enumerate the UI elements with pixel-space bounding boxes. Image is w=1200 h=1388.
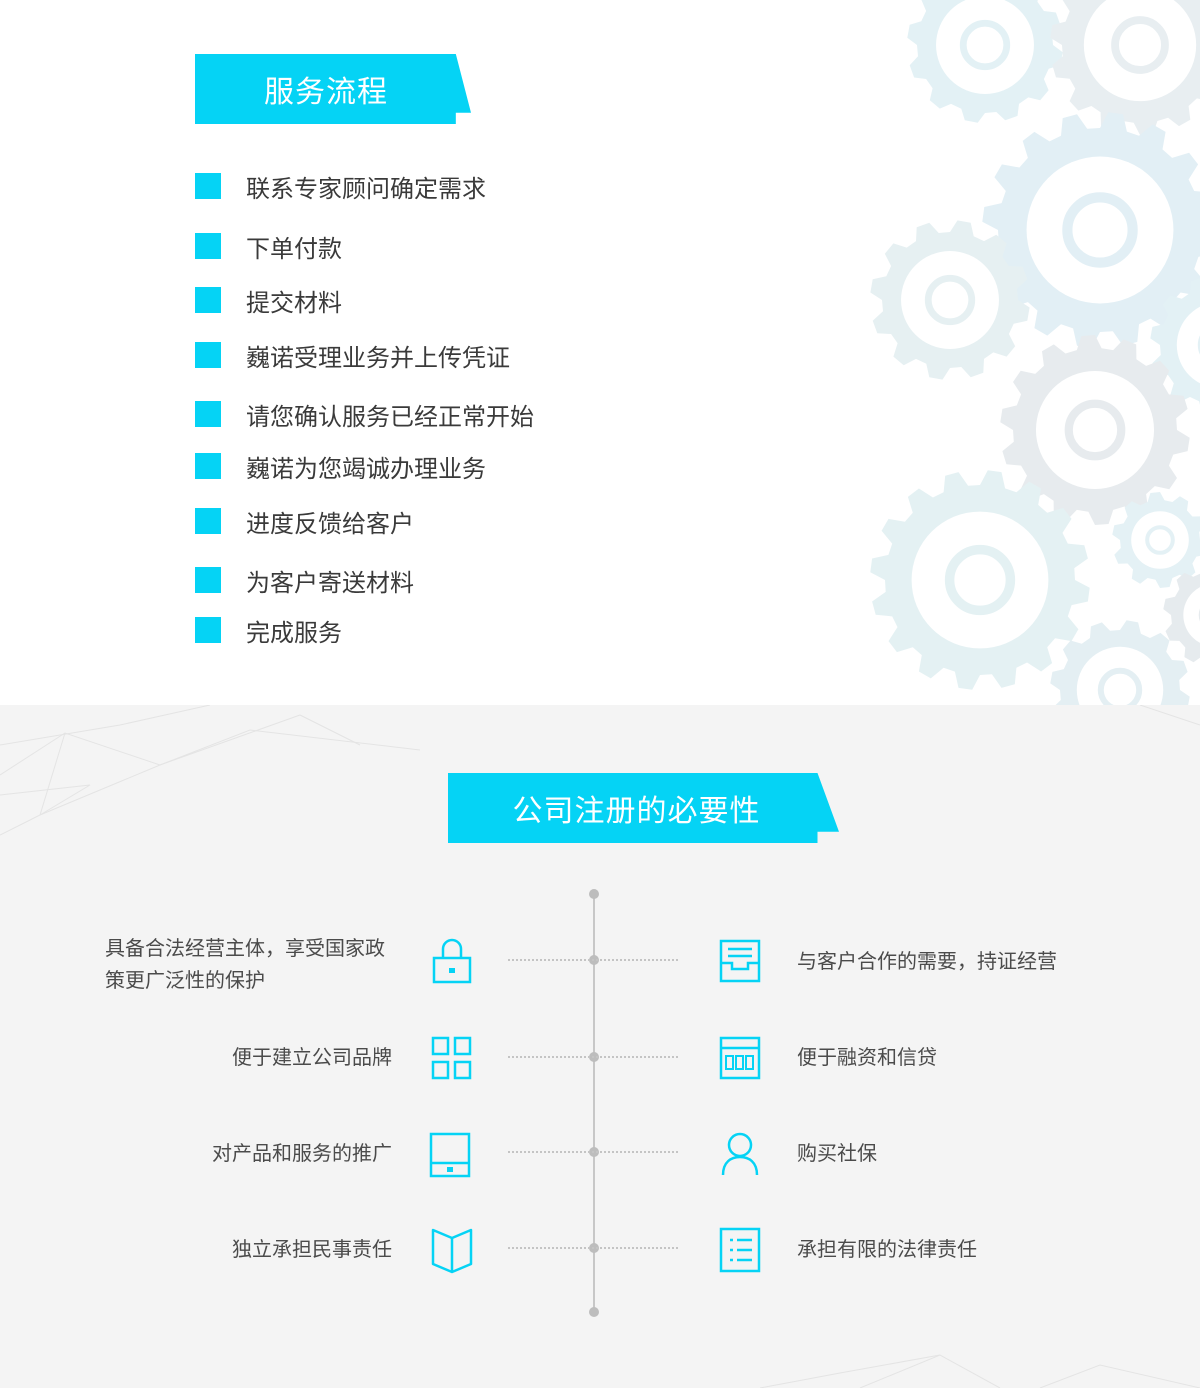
necessity-right-item-2: 便于融资和信贷 bbox=[797, 1045, 937, 1069]
necessity-title: 公司注册的必要性 bbox=[512, 794, 761, 829]
necessity-left-item-1: 具备合法经营主体，享受国家政策更广泛性的保护 bbox=[105, 936, 385, 992]
step-bullet bbox=[195, 233, 221, 259]
connector-line bbox=[508, 1151, 678, 1153]
timeline-dot bbox=[589, 1307, 599, 1317]
tablet-icon bbox=[428, 1130, 472, 1178]
connector-line bbox=[508, 1247, 678, 1249]
connector-line bbox=[508, 1056, 678, 1058]
necessity-right-item-3: 购买社保 bbox=[797, 1141, 877, 1165]
step-bullet bbox=[195, 401, 221, 427]
step-bullet bbox=[195, 617, 221, 643]
necessity-left-item-4: 独立承担民事责任 bbox=[232, 1237, 392, 1261]
grid-icon bbox=[430, 1034, 474, 1082]
step-item: 完成服务 bbox=[195, 614, 342, 647]
step-label: 请您确认服务已经正常开始 bbox=[246, 402, 534, 431]
step-label: 巍诺受理业务并上传凭证 bbox=[246, 343, 510, 372]
step-bullet bbox=[195, 453, 221, 479]
decorative-gears-background bbox=[870, 0, 1200, 705]
step-bullet bbox=[195, 508, 221, 534]
timeline-dot bbox=[589, 889, 599, 899]
service-flow-title-banner: 服务流程 bbox=[195, 54, 471, 124]
step-item: 进度反馈给客户 bbox=[195, 505, 414, 538]
step-item: 请您确认服务已经正常开始 bbox=[195, 398, 534, 431]
step-item: 巍诺为您竭诚办理业务 bbox=[195, 450, 486, 483]
step-item: 下单付款 bbox=[195, 230, 342, 263]
service-flow-section: 服务流程 联系专家顾问确定需求 下单付款 提交材料 巍诺受理业务并上传凭证 请您… bbox=[0, 0, 1200, 705]
step-label: 为客户寄送材料 bbox=[246, 568, 414, 597]
necessity-title-banner: 公司注册的必要性 bbox=[448, 773, 839, 843]
list-icon bbox=[718, 1226, 762, 1274]
necessity-left-item-2: 便于建立公司品牌 bbox=[232, 1045, 392, 1069]
step-item: 为客户寄送材料 bbox=[195, 564, 414, 597]
link-gear-icon bbox=[907, 0, 1063, 123]
step-item: 巍诺受理业务并上传凭证 bbox=[195, 339, 510, 372]
step-bullet bbox=[195, 567, 221, 593]
necessity-right-item-4: 承担有限的法律责任 bbox=[797, 1237, 977, 1261]
step-label: 联系专家顾问确定需求 bbox=[246, 174, 486, 203]
step-bullet bbox=[195, 342, 221, 368]
step-item: 联系专家顾问确定需求 bbox=[195, 170, 486, 203]
broken-frame-gear-icon bbox=[1050, 0, 1200, 135]
book-icon bbox=[430, 1226, 474, 1274]
chart-gear-icon bbox=[870, 220, 1030, 380]
user-icon bbox=[718, 1130, 762, 1178]
lock-icon bbox=[430, 937, 474, 985]
necessity-right-item-1: 与客户合作的需要，持证经营 bbox=[797, 949, 1057, 973]
step-label: 进度反馈给客户 bbox=[246, 509, 414, 538]
step-label: 完成服务 bbox=[246, 618, 342, 647]
step-label: 下单付款 bbox=[246, 234, 342, 263]
service-flow-title: 服务流程 bbox=[264, 75, 388, 110]
step-bullet bbox=[195, 173, 221, 199]
necessity-left-item-3: 对产品和服务的推广 bbox=[212, 1141, 392, 1165]
step-label: 巍诺为您竭诚办理业务 bbox=[246, 454, 486, 483]
inbox-icon bbox=[718, 937, 762, 985]
step-bullet bbox=[195, 287, 221, 313]
step-item: 提交材料 bbox=[195, 284, 342, 317]
step-label: 提交材料 bbox=[246, 288, 342, 317]
calculator-icon bbox=[718, 1034, 762, 1082]
connector-line bbox=[508, 959, 678, 961]
